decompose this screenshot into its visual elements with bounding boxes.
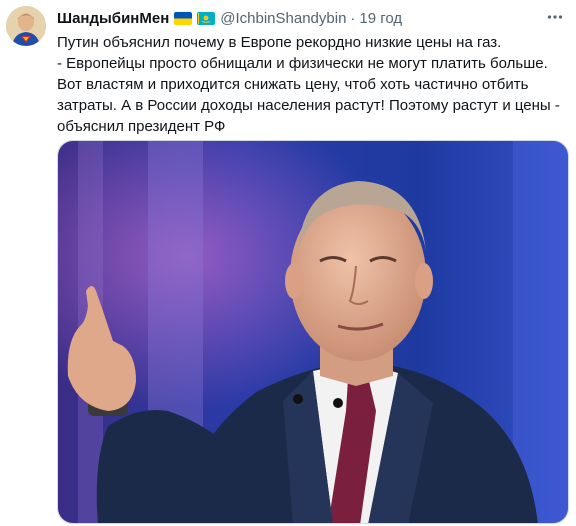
tweet-text: Путин объяснил почему в Европе рекордно … bbox=[57, 32, 562, 137]
kazakhstan-flag-icon bbox=[197, 11, 216, 25]
tweet-photo[interactable] bbox=[57, 140, 569, 524]
display-name[interactable]: ШандыбинМен bbox=[57, 10, 169, 27]
tweet-text-line: объяснил президент РФ bbox=[57, 118, 226, 135]
avatar[interactable] bbox=[6, 6, 46, 46]
tweet-text-line: затраты. А в России доходы населения рас… bbox=[57, 97, 560, 114]
tweet-text-line: Путин объяснил почему в Европе рекордно … bbox=[57, 34, 502, 51]
more-options-icon[interactable] bbox=[544, 6, 566, 28]
tweet-text-line: - Европейцы просто обнищали и физически … bbox=[57, 55, 548, 72]
ukraine-flag-icon bbox=[174, 11, 193, 25]
tweet-text-line: Вот властям и приходится снижать цену, ч… bbox=[57, 76, 529, 93]
tweet-header: ШандыбинМен @IchbinShandybin · 19 год bbox=[57, 8, 402, 28]
tweet-timestamp[interactable]: 19 год bbox=[359, 10, 402, 27]
separator-dot: · bbox=[350, 9, 356, 27]
tweet[interactable]: ШандыбинМен @IchbinShandybin · 19 год Пу… bbox=[0, 0, 576, 526]
user-handle[interactable]: @IchbinShandybin bbox=[220, 10, 346, 27]
